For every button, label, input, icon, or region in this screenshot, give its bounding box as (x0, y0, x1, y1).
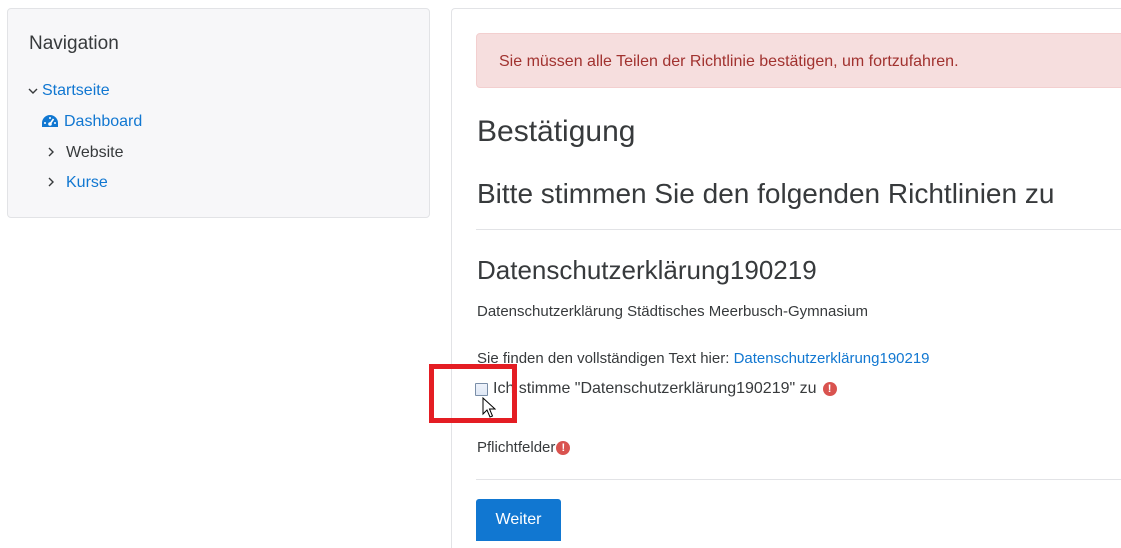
dashboard-icon (41, 114, 59, 130)
required-icon: ! (556, 440, 571, 455)
nav-item-label: Startseite (42, 82, 110, 99)
required-fields-label: Pflichtfelder (477, 439, 556, 456)
policy-agree-row[interactable]: Ich stimme "Datenschutzerklärung190219" … (475, 380, 837, 398)
nav-item-website[interactable]: Website (47, 143, 124, 163)
policy-full-text-link[interactable]: Datenschutzerklärung190219 (734, 350, 930, 367)
mouse-cursor-icon (482, 396, 497, 424)
continue-button[interactable]: Weiter (476, 499, 561, 541)
page-title: Bestätigung (477, 115, 636, 148)
page-subtitle: Bitte stimmen Sie den folgenden Richtlin… (477, 178, 1055, 209)
nav-item-dashboard[interactable]: Dashboard (41, 112, 142, 132)
required-icon: ! (822, 382, 837, 396)
nav-item-label: Dashboard (64, 113, 143, 130)
required-fields-note: Pflichtfelder ! (477, 439, 571, 456)
chevron-right-icon (47, 173, 66, 193)
nav-item-label: Kurse (66, 174, 108, 191)
nav-item-startseite[interactable]: Startseite (28, 81, 110, 101)
policy-title: Datenschutzerklärung190219 (477, 255, 817, 285)
chevron-right-icon (47, 143, 66, 163)
highlight-box (429, 364, 517, 423)
error-alert: Sie müssen alle Teilen der Richtlinie be… (476, 33, 1121, 88)
nav-item-label: Website (66, 144, 124, 161)
divider (476, 479, 1121, 480)
navigation-title: Navigation (29, 33, 119, 54)
nav-item-kurse[interactable]: Kurse (47, 173, 108, 193)
chevron-down-icon (28, 81, 42, 101)
policy-agree-label[interactable]: Ich stimme "Datenschutzerklärung190219" … (493, 380, 817, 398)
policy-summary: Datenschutzerklärung Städtisches Meerbus… (477, 303, 869, 320)
divider (476, 229, 1121, 230)
policy-full-text-line: Sie finden den vollständigen Text hier: … (477, 350, 930, 367)
